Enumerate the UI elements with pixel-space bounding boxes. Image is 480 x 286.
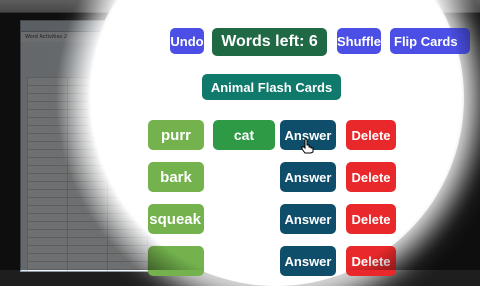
delete-button-3[interactable]: Delete — [346, 204, 396, 234]
card-word-squeak[interactable]: squeak — [148, 204, 204, 234]
answer-button-4[interactable]: Answer — [280, 246, 336, 276]
deck-title: Animal Flash Cards — [202, 74, 341, 100]
delete-button-4[interactable]: Delete — [346, 246, 396, 276]
card-word-4[interactable] — [148, 246, 204, 276]
delete-button-1[interactable]: Delete — [346, 120, 396, 150]
card-word-bark[interactable]: bark — [148, 162, 204, 192]
words-left-counter: Words left: 6 — [212, 28, 327, 56]
answer-button-2[interactable]: Answer — [280, 162, 336, 192]
shuffle-button[interactable]: Shuffle — [337, 28, 381, 54]
card-word-purr[interactable]: purr — [148, 120, 204, 150]
card-answer-cat: cat — [213, 120, 275, 150]
undo-button[interactable]: Undo — [170, 28, 204, 54]
hand-pointer-icon — [301, 138, 314, 154]
delete-button-2[interactable]: Delete — [346, 162, 396, 192]
flip-cards-button[interactable]: Flip Cards — [390, 28, 470, 54]
answer-button-3[interactable]: Answer — [280, 204, 336, 234]
